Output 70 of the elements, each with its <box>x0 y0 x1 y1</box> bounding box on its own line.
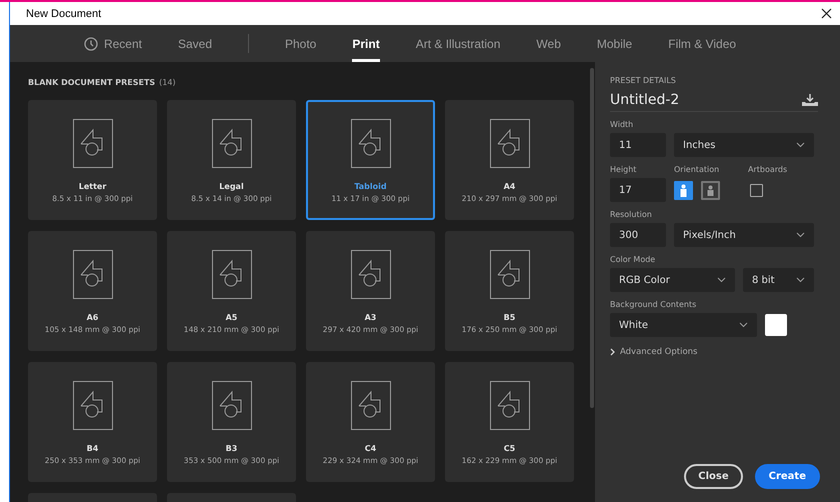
field-label: Color Mode <box>610 255 656 264</box>
document-shapes-icon <box>72 381 112 430</box>
document-shapes-icon <box>212 119 252 168</box>
document-shapes-icon <box>72 250 112 299</box>
chevron-right-icon <box>610 348 616 356</box>
portrait-button[interactable] <box>674 180 693 200</box>
section-heading: PRESET DETAILS <box>610 76 677 85</box>
chevron-down-icon <box>796 277 805 283</box>
artboards-checkbox[interactable] <box>750 184 763 196</box>
advanced-options-toggle[interactable]: Advanced Options <box>610 347 818 357</box>
close-button[interactable]: Close <box>684 464 743 489</box>
create-button[interactable]: Create <box>754 464 820 489</box>
preset-name: C5 <box>504 444 516 453</box>
window-title: New Document <box>26 8 102 20</box>
chevron-down-icon <box>717 277 726 283</box>
tab[interactable]: Film & Video <box>668 25 736 62</box>
resolution-unit-dropdown[interactable]: Pixels/Inch <box>674 223 814 247</box>
section-heading: BLANK DOCUMENT PRESETS <box>28 78 156 87</box>
document-shapes-icon <box>490 119 530 168</box>
preset-name: B3 <box>226 444 238 453</box>
chevron-down-icon <box>796 232 805 238</box>
preset-name: C4 <box>364 444 376 453</box>
chevron-down-icon <box>796 142 805 148</box>
resolution-field[interactable]: 300 <box>610 223 666 247</box>
document-shapes-icon <box>212 250 252 299</box>
document-shapes-icon <box>350 381 390 430</box>
landscape-button[interactable] <box>701 180 720 200</box>
preset-name: B4 <box>86 444 98 453</box>
chevron-down-icon <box>739 322 748 328</box>
color-swatch[interactable] <box>765 314 787 336</box>
preset-name: B5 <box>504 313 516 322</box>
preset-name: Letter <box>78 182 106 191</box>
field-label: Width <box>610 120 634 129</box>
preset-name: A5 <box>226 313 238 322</box>
width-field[interactable]: 11 <box>610 133 666 157</box>
tab[interactable]: Art & Illustration <box>416 25 500 62</box>
tab[interactable]: Saved <box>178 25 212 62</box>
field-label: Orientation <box>674 165 720 174</box>
field-label: Height <box>610 165 638 174</box>
preset-name: Legal <box>219 182 244 191</box>
field-label: Artboards <box>748 165 788 174</box>
bit-depth-dropdown[interactable]: 8 bit <box>743 268 814 292</box>
preset-count: (14) <box>159 78 176 87</box>
save-preset-icon[interactable] <box>802 94 818 106</box>
person-icon <box>706 184 715 196</box>
preset-name: A3 <box>364 313 376 322</box>
color-mode-dropdown[interactable]: RGB Color <box>610 268 735 292</box>
document-shapes-icon <box>490 381 530 430</box>
document-shapes-icon <box>490 250 530 299</box>
preset-name: A6 <box>86 313 98 322</box>
tab[interactable]: Print <box>352 25 380 62</box>
tab[interactable]: Mobile <box>596 25 632 62</box>
height-field[interactable]: 17 <box>610 178 666 202</box>
clock-icon <box>84 36 98 50</box>
unit-dropdown[interactable]: Inches <box>674 133 814 157</box>
document-shapes-icon <box>72 119 112 168</box>
document-name-field[interactable]: Untitled-2 <box>610 92 680 108</box>
person-icon <box>679 184 688 196</box>
tab[interactable]: Recent <box>84 25 142 62</box>
document-shapes-icon <box>350 250 390 299</box>
preset-name: A4 <box>504 182 516 191</box>
field-label: Background Contents <box>610 300 698 309</box>
document-shapes-icon <box>212 381 252 430</box>
background-dropdown[interactable]: White <box>610 313 757 337</box>
tab[interactable]: Photo <box>285 25 316 62</box>
field-label: Resolution <box>610 210 653 219</box>
document-shapes-icon <box>350 119 390 168</box>
close-icon[interactable] <box>821 8 832 19</box>
preset-name: Tabloid <box>354 182 387 191</box>
tab[interactable]: Web <box>536 25 561 62</box>
